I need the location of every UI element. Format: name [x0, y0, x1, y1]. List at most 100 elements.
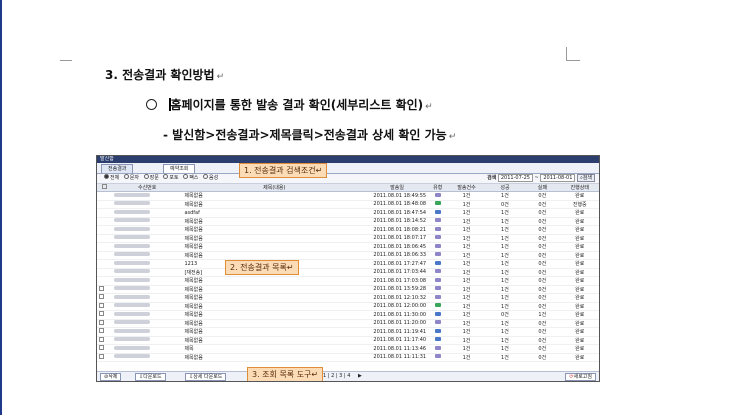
cell-status: 완료: [560, 276, 599, 286]
cell-status: 완료: [560, 251, 599, 260]
header-check[interactable]: [97, 184, 112, 192]
cell-title[interactable]: 제목없음: [182, 302, 367, 311]
detail-download-button[interactable]: ⇩상세 다운로드: [185, 373, 227, 381]
cell-title[interactable]: 제목없음: [182, 327, 367, 337]
filter-photo[interactable]: 포토: [160, 174, 179, 181]
redacted-number: [113, 226, 150, 231]
table-row[interactable]: asdfaf 2011.08.01 18:47:54 1건 1건 0건 완료: [97, 208, 599, 218]
filter-fax[interactable]: 팩스: [180, 174, 198, 181]
cell-fail: 0건: [524, 319, 561, 328]
checkbox-icon[interactable]: [99, 285, 104, 291]
table-row[interactable]: 제목없음 2011.08.01 18:48:08 1건 0건 0건 진행중: [97, 200, 599, 209]
filter-voice[interactable]: 음성: [200, 174, 218, 181]
message-type-icon: [434, 209, 441, 214]
table-row[interactable]: 제목없음 2011.08.01 18:14:52 1건 1건 0건 완료: [97, 217, 599, 226]
filter-sms[interactable]: 문자: [121, 174, 139, 181]
cell-fail: 1건: [524, 310, 561, 320]
tab-reservation[interactable]: 예약조회: [163, 164, 196, 173]
cell-title[interactable]: 제목없음: [182, 353, 367, 362]
cell-title[interactable]: 제목없음: [182, 285, 367, 294]
checkbox-icon[interactable]: [99, 294, 104, 300]
table-row[interactable]: 제목없음 2011.08.01 18:06:45 1건 1건 0건 완료: [97, 242, 599, 252]
cell-status: 완료: [560, 353, 599, 362]
cell-title[interactable]: 제목: [182, 344, 367, 354]
cell-status: 완료: [560, 217, 599, 226]
table-row[interactable]: 1213 2011.08.01 17:27:47 1건 1건 0건 완료: [97, 259, 599, 269]
message-type-icon: [434, 252, 441, 257]
filter-lms[interactable]: 장문: [141, 174, 159, 181]
refresh-button[interactable]: ⟳새로고침: [565, 373, 596, 381]
cell-title[interactable]: 제목없음: [182, 234, 367, 243]
cell-count: 1건: [447, 217, 486, 226]
table-row[interactable]: 제목없음 2011.08.01 11:20:00 1건 1건 0건 완료: [97, 319, 599, 328]
cell-title[interactable]: 제목없음: [182, 251, 367, 260]
cell-title[interactable]: 제목없음: [182, 217, 367, 226]
cell-title[interactable]: 제목없음: [182, 200, 367, 209]
table-row[interactable]: 제목없음 2011.08.01 11:17:40 1건 1건 0건 완료: [97, 336, 599, 345]
pagination: 1 | 2 | 3 | 4 ▶: [323, 373, 362, 379]
search-button[interactable]: ⌕검색: [576, 174, 595, 182]
date-from-input[interactable]: 2011-07-25: [497, 174, 533, 182]
cell-type: [428, 344, 448, 354]
cell-status: 완료: [560, 285, 599, 294]
cell-check: [97, 200, 112, 209]
cell-count: 1건: [447, 259, 486, 269]
page-link[interactable]: 2: [331, 373, 334, 379]
table-row[interactable]: 제목없음 2011.08.01 18:08:21 1건 1건 0건 완료: [97, 225, 599, 235]
cell-fail: 0건: [524, 344, 561, 354]
redacted-number: [113, 235, 150, 240]
date-to-input[interactable]: 2011-08-01: [540, 174, 576, 182]
checkbox-icon[interactable]: [99, 328, 104, 334]
checkbox-icon: [101, 184, 107, 189]
checkbox-icon[interactable]: [99, 345, 104, 351]
tab-row: 전송결과 예약조회: [97, 163, 599, 174]
table-row[interactable]: 제목 2011.08.01 11:13:46 1건 1건 0건 완료: [97, 344, 599, 354]
checkbox-icon[interactable]: [99, 353, 104, 359]
table-row[interactable]: 제목없음 2011.08.01 11:19:41 1건 1건 0건 완료: [97, 327, 599, 337]
next-page-icon[interactable]: ▶: [358, 373, 362, 379]
table-row[interactable]: 제목없음 2011.08.01 17:03:08 1건 1건 0건 완료: [97, 276, 599, 286]
table-row[interactable]: [재전송] 2011.08.01 17:03:44 1건 1건 0건 완료: [97, 268, 599, 277]
checkbox-icon[interactable]: [99, 302, 104, 308]
cell-title[interactable]: asdfaf: [182, 208, 367, 218]
cell-check: [97, 251, 112, 260]
filter-all[interactable]: 전체: [101, 174, 119, 181]
cell-title[interactable]: 제목없음: [182, 276, 367, 286]
table-row[interactable]: 제목없음 2011.08.01 12:10:32 1건 1건 0건 완료: [97, 293, 599, 303]
cell-check: [97, 302, 112, 311]
checkbox-icon[interactable]: [99, 336, 104, 342]
table-row[interactable]: 제목없음 2011.08.01 12:00:00 1건 1건 0건 완료: [97, 302, 599, 311]
cell-date: 2011.08.01 11:30:00: [366, 310, 429, 320]
table-row[interactable]: 제목없음 2011.08.01 18:06:33 1건 1건 0건 완료: [97, 251, 599, 260]
checkbox-icon[interactable]: [99, 319, 104, 325]
cell-title[interactable]: 제목없음: [182, 225, 367, 235]
table-row[interactable]: 제목없음 2011.08.01 13:59:28 1건 1건 0건 완료: [97, 285, 599, 294]
tab-result[interactable]: 전송결과: [101, 164, 134, 173]
col-success: 성공: [485, 184, 525, 192]
cell-type: [428, 200, 448, 209]
cell-title[interactable]: 제목없음: [182, 310, 367, 320]
cell-date: 2011.08.01 13:59:28: [366, 285, 429, 294]
table-row[interactable]: 제목없음 2011.08.01 11:11:31 1건 1건 0건 완료: [97, 353, 599, 362]
page-link[interactable]: 1: [323, 373, 326, 379]
table-row[interactable]: 제목없음 2011.08.01 18:07:17 1건 1건 0건 완료: [97, 234, 599, 243]
cell-title[interactable]: 제목없음: [182, 319, 367, 328]
cell-title[interactable]: 제목없음: [182, 293, 367, 303]
cell-title[interactable]: 제목없음: [182, 336, 367, 345]
delete-button[interactable]: ⊘삭제: [100, 373, 122, 381]
list-toolbar: ⊘삭제 ⇩다운로드 ⇩상세 다운로드 1 | 2 | 3 | 4 ▶ ⟳새로고침: [97, 371, 599, 381]
page-link[interactable]: 4: [347, 373, 350, 379]
page-link[interactable]: 3: [339, 373, 342, 379]
cell-status: 완료: [560, 191, 599, 201]
checkbox-icon[interactable]: [99, 311, 104, 317]
cell-date: 2011.08.01 11:19:41: [366, 327, 429, 337]
download-button[interactable]: ⇩다운로드: [135, 373, 166, 381]
cell-count: 1건: [447, 285, 486, 294]
cell-count: 1건: [447, 276, 486, 286]
message-type-icon: [434, 192, 441, 197]
redacted-number: [113, 209, 150, 214]
table-row[interactable]: 제목없음 2011.08.01 18:49:55 1건 1건 0건 완료: [97, 191, 599, 201]
cell-title[interactable]: 제목없음: [182, 242, 367, 252]
cell-title[interactable]: 제목없음: [182, 191, 367, 201]
table-row[interactable]: 제목없음 2011.08.01 11:30:00 1건 0건 1건 완료: [97, 310, 599, 320]
